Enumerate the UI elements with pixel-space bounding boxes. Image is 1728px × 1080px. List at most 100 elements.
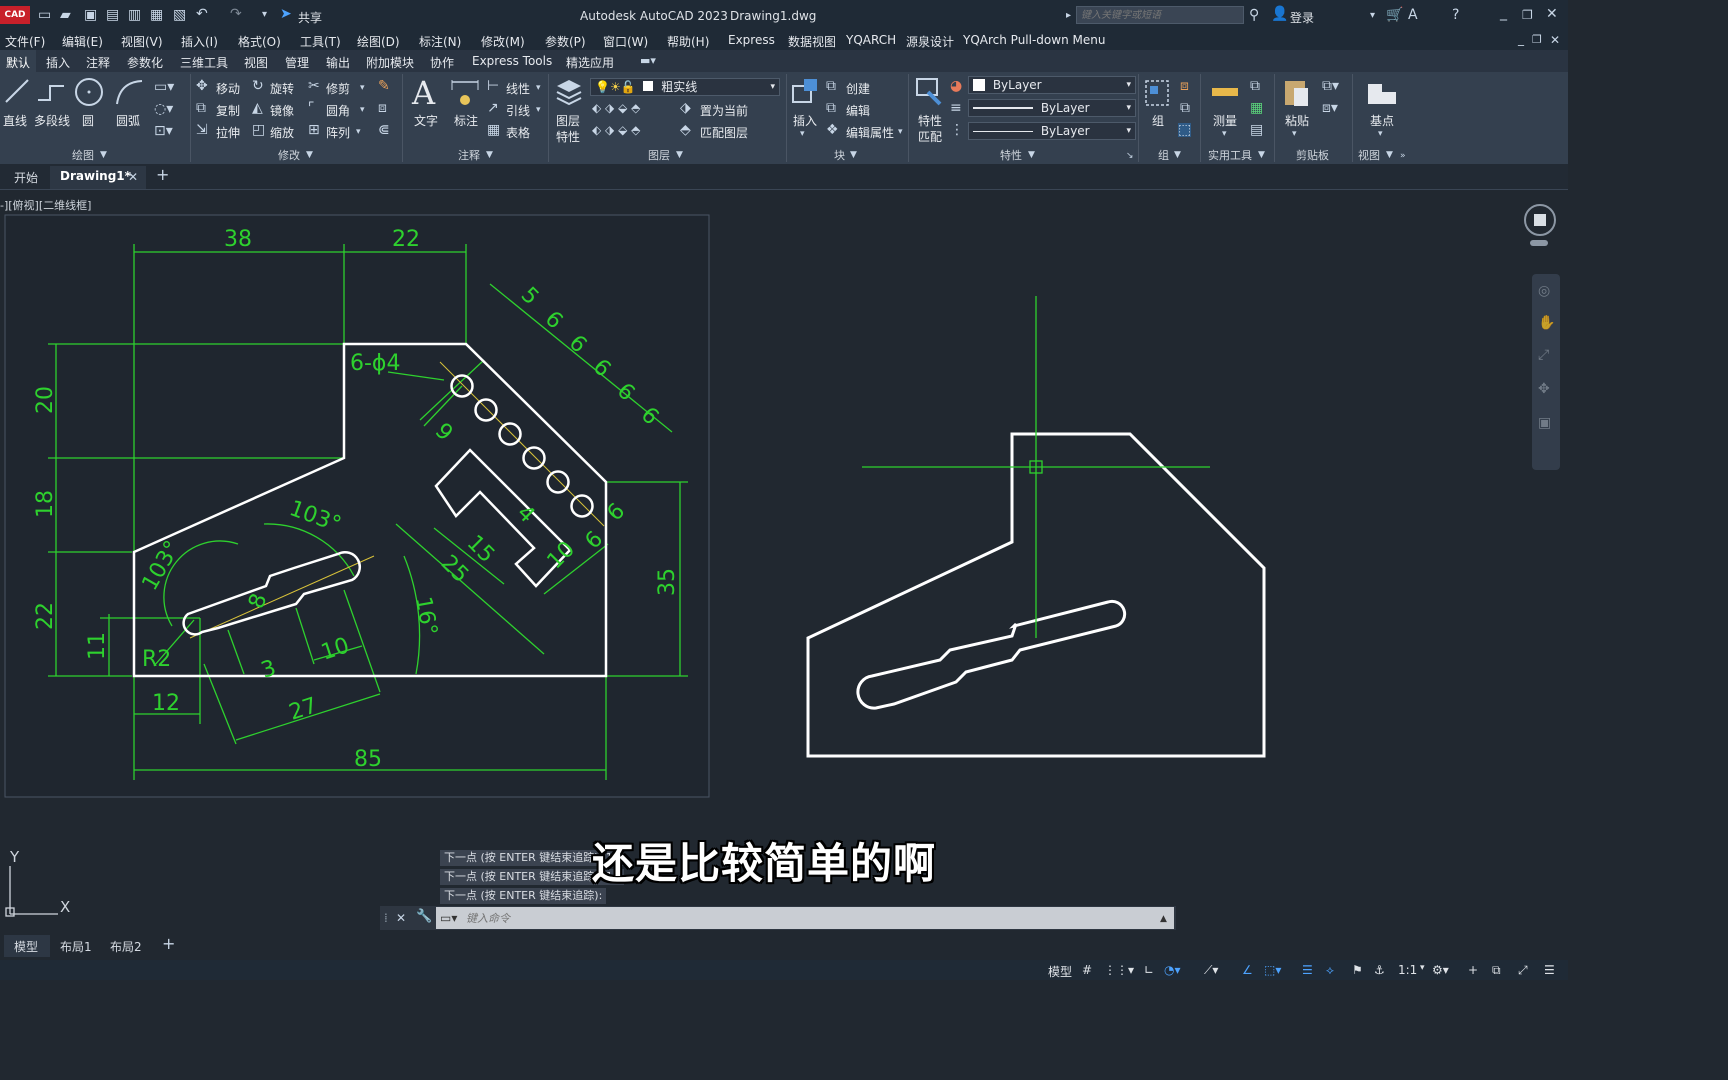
menu-modify[interactable]: 修改(M)	[481, 33, 525, 50]
save-icon[interactable]: ▣	[84, 8, 97, 22]
modify-panel-expand-icon[interactable]: ▼	[306, 148, 313, 162]
linetype-dropdown[interactable]: ByLayer ▾	[968, 99, 1136, 117]
save-as-icon[interactable]: ▤	[106, 8, 119, 22]
leader-icon[interactable]: ↗	[487, 101, 499, 115]
measure-dropdown-icon[interactable]: ▾	[1222, 127, 1227, 141]
paste-tool-label[interactable]: 粘贴	[1285, 112, 1309, 129]
app-logo[interactable]: CAD	[0, 6, 30, 24]
layer-tools-row2-icon[interactable]: ⬖ ⬗ ⬙ ⬘	[592, 123, 640, 137]
quick-access-dropdown-icon[interactable]: ▾	[262, 8, 267, 22]
paste-dropdown-icon[interactable]: ▾	[1292, 127, 1297, 141]
create-block-tool[interactable]: 创建	[846, 80, 870, 97]
menu-yqarch-pulldown[interactable]: YQArch Pull-down Menu	[963, 33, 1105, 47]
annotation-panel-expand-icon[interactable]: ▼	[486, 148, 493, 162]
linear-dim-tool[interactable]: 线性	[506, 80, 530, 97]
login-dropdown-icon[interactable]: ▾	[1370, 9, 1375, 23]
stretch-tool[interactable]: 拉伸	[216, 124, 240, 141]
doc-restore-icon[interactable]: ❐	[1532, 33, 1542, 47]
copy-clip-icon[interactable]: ⧉▾	[1322, 79, 1339, 93]
undo-icon[interactable]: ↶	[196, 7, 208, 21]
properties-dialog-launcher-icon[interactable]: ↘	[1126, 149, 1134, 163]
close-icon[interactable]: ✕	[1546, 7, 1558, 21]
insert-dropdown-icon[interactable]: ▾	[800, 127, 805, 141]
linear-dropdown-icon[interactable]: ▾	[536, 81, 541, 95]
menu-help[interactable]: 帮助(H)	[667, 33, 709, 50]
isolate-objects-icon[interactable]: ⧉	[1492, 963, 1501, 978]
layout-tab-model[interactable]: 模型	[14, 938, 38, 955]
layout-tab-layout2[interactable]: 布局2	[110, 938, 142, 955]
edit-block-tool[interactable]: 编辑	[846, 102, 870, 119]
view-panel-expand-icon[interactable]: ▼	[1386, 148, 1393, 162]
groups-panel-title[interactable]: 组	[1158, 147, 1169, 163]
snap-icon[interactable]: ⋮⋮▾	[1104, 963, 1134, 977]
working-drawing[interactable]	[780, 280, 1290, 760]
mirror-tool[interactable]: 镜像	[270, 102, 294, 119]
command-recent-icon[interactable]: ▭▾	[440, 911, 457, 925]
plus-icon[interactable]: +	[1468, 963, 1478, 977]
command-grip-icon[interactable]: ⁞	[384, 911, 388, 925]
ribbon-tab-view[interactable]: 视图	[244, 54, 268, 71]
stretch-icon[interactable]: ⇲	[196, 123, 208, 137]
move-tool[interactable]: 移动	[216, 80, 240, 97]
object-snap-tracking-icon[interactable]: ∠	[1242, 963, 1253, 977]
ribbon-overflow-icon[interactable]: »	[1400, 149, 1406, 163]
block-panel-title[interactable]: 块	[834, 147, 845, 163]
erase-icon[interactable]: ✎	[378, 79, 390, 93]
dimension-tool-label[interactable]: 标注	[454, 112, 478, 129]
base-point-dropdown-icon[interactable]: ▾	[1378, 127, 1383, 141]
ribbon-tab-insert[interactable]: 插入	[46, 54, 70, 71]
search-expand-icon[interactable]: ▸	[1066, 9, 1071, 23]
ribbon-options-icon[interactable]: ▬▾	[640, 54, 656, 68]
print-icon[interactable]: ▧	[173, 8, 186, 22]
match-layer-tool[interactable]: 匹配图层	[700, 124, 748, 141]
layer-tools-row1-icon[interactable]: ⬖ ⬗ ⬙ ⬘	[592, 101, 640, 115]
ribbon-tab-parametric[interactable]: 参数化	[127, 54, 163, 71]
offset-icon[interactable]: ⋐	[378, 123, 390, 137]
color-dropdown[interactable]: ByLayer ▾	[968, 76, 1136, 94]
login-label[interactable]: 登录	[1290, 9, 1314, 26]
cut-clip-icon[interactable]: ⧈▾	[1322, 101, 1338, 115]
edit-attributes-tool[interactable]: 编辑属性	[846, 124, 894, 141]
part-slot[interactable]	[856, 599, 1127, 710]
layer-properties-label[interactable]: 图层	[556, 112, 580, 129]
lineweight-toggle-icon[interactable]: ☰	[1302, 963, 1313, 977]
scale-icon[interactable]: ◰	[252, 123, 265, 137]
linetype-icon[interactable]: ≡	[950, 101, 962, 115]
clipboard-panel-title[interactable]: 剪贴板	[1296, 147, 1329, 163]
group-tool-label[interactable]: 组	[1152, 112, 1164, 129]
steering-wheel-icon[interactable]: ◎	[1538, 284, 1550, 298]
selection-cycling-icon[interactable]: ⟡	[1326, 963, 1334, 978]
zoom-extents-icon[interactable]: ⤢	[1538, 348, 1549, 362]
doc-minimize-icon[interactable]: _	[1518, 32, 1524, 46]
base-point-icon[interactable]	[1366, 80, 1398, 106]
layer-dropdown[interactable]: 💡☀🔓 粗实线 ▾	[590, 78, 780, 96]
minimize-icon[interactable]: _	[1500, 6, 1507, 20]
help-icon[interactable]: ?	[1452, 8, 1459, 22]
share-icon[interactable]: ➤	[280, 7, 292, 21]
match-properties-icon[interactable]	[914, 76, 944, 108]
group-select-icon[interactable]: ⬚	[1178, 123, 1192, 137]
menu-yuanquan[interactable]: 源泉设计	[906, 33, 954, 50]
polyline-tool-icon[interactable]	[36, 80, 66, 104]
trim-tool[interactable]: 修剪	[326, 80, 350, 97]
array-tool[interactable]: 阵列	[326, 124, 350, 141]
new-file-icon[interactable]: ▭	[38, 8, 51, 22]
layers-panel-expand-icon[interactable]: ▼	[676, 148, 683, 162]
create-block-icon[interactable]: ⧉	[826, 79, 836, 93]
menu-file[interactable]: 文件(F)	[5, 33, 45, 50]
cart-icon[interactable]: 🛒	[1386, 8, 1403, 22]
copy-tool[interactable]: 复制	[216, 102, 240, 119]
ribbon-tab-addins[interactable]: 附加模块	[366, 54, 414, 71]
command-input-box[interactable]: ▭▾ ▲	[436, 907, 1174, 929]
set-current-icon[interactable]: ⬗	[680, 101, 691, 115]
array-icon[interactable]: ⊞	[308, 123, 320, 137]
match-properties-label2[interactable]: 匹配	[918, 128, 942, 145]
menu-draw[interactable]: 绘图(D)	[357, 33, 400, 50]
edit-attributes-icon[interactable]: ❖	[826, 123, 839, 137]
circle-tool-label[interactable]: 圆	[82, 112, 94, 129]
set-current-layer-tool[interactable]: 置为当前	[700, 102, 748, 119]
export-icon[interactable]: ▦	[150, 8, 163, 22]
layout-tab-layout1[interactable]: 布局1	[60, 938, 92, 955]
lineweight-dropdown[interactable]: ByLayer ▾	[968, 122, 1136, 140]
measure-icon[interactable]	[1210, 82, 1240, 102]
